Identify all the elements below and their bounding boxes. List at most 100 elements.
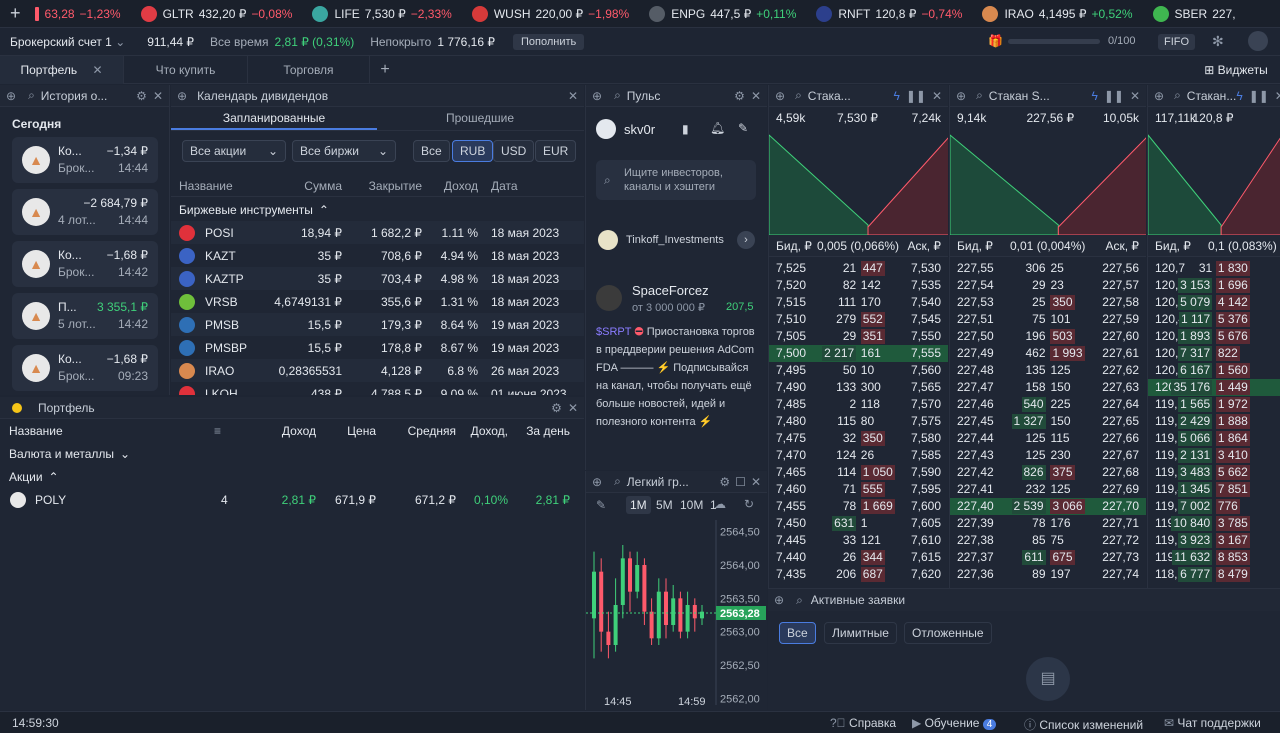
orderbook-row[interactable]: 227,44 125 115 227,66 (950, 430, 1146, 447)
shares-filter[interactable]: Все акции ⌄ (182, 140, 286, 162)
bell-icon[interactable]: 🔔︎ (710, 121, 725, 135)
orderbook-row[interactable]: 227,51 75 101 227,59 (950, 311, 1146, 328)
orderbook-row[interactable]: 120,2 7 317 822 (1148, 345, 1280, 362)
history-item[interactable]: ▲ Ко... Брок... −1,68 ₽ 09:23 (12, 345, 158, 391)
cloud-icon[interactable]: ☁︎ (714, 497, 726, 511)
orderbook-row[interactable]: 7,465 114 1 050 7,590 (769, 464, 948, 481)
orderbook-row[interactable]: 7,450 631 1 7,605 (769, 515, 948, 532)
ticker-item[interactable]: 63,28 −1,23% (34, 6, 121, 22)
table-row[interactable]: PMSBP 15,5 ₽ 178,8 ₽ 8.67 % 19 мая 2023 (171, 336, 584, 359)
interval-10m[interactable]: 10M (680, 498, 703, 512)
orderbook-row[interactable]: 227,42 826 375 227,68 (950, 464, 1146, 481)
gear-icon[interactable]: ⚙ (551, 401, 562, 415)
orderbook-row[interactable]: 119,8 2 429 1 888 (1148, 413, 1280, 430)
orderbook-row[interactable]: 119,3 7 002 776 (1148, 498, 1280, 515)
orderbook-row[interactable]: 227,38 85 75 227,72 (950, 532, 1146, 549)
orderbook-row[interactable]: 227,54 29 23 227,57 (950, 277, 1146, 294)
add-icon[interactable]: ⊕ (956, 89, 966, 103)
orderbook-row[interactable]: 227,40 2 539 3 066 227,70 (950, 498, 1146, 515)
currency-usd[interactable]: USD (493, 140, 535, 162)
refresh-icon[interactable]: ↻ (744, 497, 754, 511)
gear-icon[interactable]: ⚙ (136, 89, 147, 103)
post[interactable]: SpaceForcez от 3 000 000 ₽ 207,5 $SRPT ⛔… (596, 281, 764, 470)
orderbook-row[interactable]: 119,2 10 840 3 785 (1148, 515, 1280, 532)
orderbook-row[interactable]: 227,39 78 176 227,71 (950, 515, 1146, 532)
pause-icon[interactable]: ❚❚ (1249, 89, 1269, 103)
orderbook-row[interactable]: 7,500 2 217 161 7,555 (769, 345, 948, 362)
add-icon[interactable]: ⊕ (1154, 89, 1164, 103)
orderbook-row[interactable]: 7,520 82 142 7,535 (769, 277, 948, 294)
ticker-item[interactable]: LIFE 7,530 ₽ −2,33% (312, 5, 452, 22)
pause-icon[interactable]: ❚❚ (1104, 89, 1124, 103)
orderbook-row[interactable]: 120,5 5 079 4 142 (1148, 294, 1280, 311)
edit-icon[interactable]: ✎ (738, 121, 748, 135)
close-icon[interactable]: ✕ (568, 89, 578, 103)
account-select[interactable]: Брокерский счет 1 ⌄ (10, 35, 125, 49)
exchanges-filter[interactable]: Все биржи ⌄ (292, 140, 396, 162)
draw-icon[interactable]: ✎ (596, 498, 606, 512)
sort-icon[interactable]: ≡ (214, 424, 221, 438)
orderbook-row[interactable]: 7,510 279 552 7,545 (769, 311, 948, 328)
gear-icon[interactable]: ⚙ (734, 89, 745, 103)
orderbook-row[interactable]: 119,1 3 923 3 167 (1148, 532, 1280, 549)
orderbook-row[interactable]: 227,37 611 675 227,73 (950, 549, 1146, 566)
tab-portfolio[interactable]: Портфель ✕ (0, 56, 124, 84)
orderbook-row[interactable]: 119,9 1 565 1 972 (1148, 396, 1280, 413)
orders-tab-pending[interactable]: Отложенные (904, 622, 992, 644)
lightning-icon[interactable]: ϟ (893, 89, 899, 103)
orderbook-row[interactable]: 120,0 35 176 1 449 (1148, 379, 1280, 396)
learn-link[interactable]: ▶ Обучение 4 (912, 716, 997, 730)
orderbook-row[interactable]: 227,36 89 197 227,74 (950, 566, 1146, 583)
orderbook-row[interactable]: 120,7 31 1 830 (1148, 260, 1280, 277)
orderbook-row[interactable]: 7,455 78 1 669 7,600 (769, 498, 948, 515)
tab-past[interactable]: Прошедшие (377, 107, 583, 130)
orderbook-row[interactable]: 7,475 32 350 7,580 (769, 430, 948, 447)
orderbook-row[interactable]: 7,495 50 10 7,560 (769, 362, 948, 379)
tab-trading[interactable]: Торговля (248, 56, 370, 84)
gift-icon[interactable]: 🎁 (988, 34, 1003, 48)
lightning-icon[interactable]: ϟ (1091, 89, 1097, 103)
interval-1m[interactable]: 1M (626, 496, 651, 514)
add-icon[interactable]: ⊕ (592, 475, 602, 489)
search-icon[interactable]: ⌕ (976, 88, 983, 103)
table-row[interactable]: POSI 18,94 ₽ 1 682,2 ₽ 1.11 % 18 мая 2023 (171, 221, 584, 244)
orderbook-row[interactable]: 7,460 71 555 7,595 (769, 481, 948, 498)
add-ticker-icon[interactable]: + (10, 3, 21, 24)
fifo-button[interactable]: FIFO (1158, 34, 1196, 50)
orderbook-row[interactable]: 7,515 111 170 7,540 (769, 294, 948, 311)
orderbook-row[interactable]: 119,6 2 131 3 410 (1148, 447, 1280, 464)
add-icon[interactable]: ⊕ (177, 89, 187, 103)
avatar[interactable] (1248, 31, 1268, 51)
orderbook-row[interactable]: 227,50 196 503 227,60 (950, 328, 1146, 345)
orderbook-row[interactable]: 227,49 462 1 993 227,61 (950, 345, 1146, 362)
post-tag[interactable]: $SRPT (596, 326, 631, 338)
orderbook-row[interactable]: 119,0 11 632 8 853 (1148, 549, 1280, 566)
search-icon[interactable]: ⌕ (28, 88, 35, 103)
add-icon[interactable]: ⊕ (774, 593, 784, 607)
orderbook-row[interactable]: 227,46 540 225 227,64 (950, 396, 1146, 413)
close-icon[interactable]: ✕ (1275, 89, 1280, 103)
ticker-item[interactable]: WUSH 220,00 ₽ −1,98% (471, 5, 629, 22)
orderbook-row[interactable]: 119,4 1 345 7 851 (1148, 481, 1280, 498)
orderbook-row[interactable]: 119,5 3 483 5 662 (1148, 464, 1280, 481)
orderbook-row[interactable]: 227,48 135 125 227,62 (950, 362, 1146, 379)
table-row[interactable]: LKOH 438 ₽ 4 788,5 ₽ 9.09 % 01 июня 2023 (171, 382, 584, 395)
bookmark-icon[interactable]: ▮ (682, 122, 689, 136)
orderbook-row[interactable]: 227,45 1 327 150 227,65 (950, 413, 1146, 430)
history-item[interactable]: ▲ П... 5 лот... 3 355,1 ₽ 14:42 (12, 293, 158, 339)
history-item[interactable]: ▲ 4 лот... −2 684,79 ₽ 14:44 (12, 189, 158, 235)
settings-icon[interactable]: ✻ (1212, 33, 1224, 50)
user-avatar[interactable] (596, 119, 616, 139)
close-icon[interactable]: ✕ (92, 63, 102, 77)
search-icon[interactable]: ⌕ (795, 88, 802, 103)
candle-chart[interactable]: 2564,50 2564,00 2563,50 2563,00 2562,50 2562,… (586, 520, 767, 710)
orderbook-row[interactable]: 7,480 115 80 7,575 (769, 413, 948, 430)
search-icon[interactable]: ⌕ (796, 593, 803, 608)
table-row[interactable]: IRAO 0,28365531 4,128 ₽ 6.8 % 26 мая 2023 (171, 359, 584, 382)
orderbook-row[interactable]: 120,6 3 153 1 696 (1148, 277, 1280, 294)
close-icon[interactable]: ✕ (153, 89, 163, 103)
orderbook-row[interactable]: 227,47 158 150 227,63 (950, 379, 1146, 396)
close-icon[interactable]: ✕ (1130, 89, 1140, 103)
group-exchange-instruments[interactable]: Биржевые инструменты ⌃ (171, 198, 584, 221)
orderbook-row[interactable]: 227,53 25 350 227,58 (950, 294, 1146, 311)
